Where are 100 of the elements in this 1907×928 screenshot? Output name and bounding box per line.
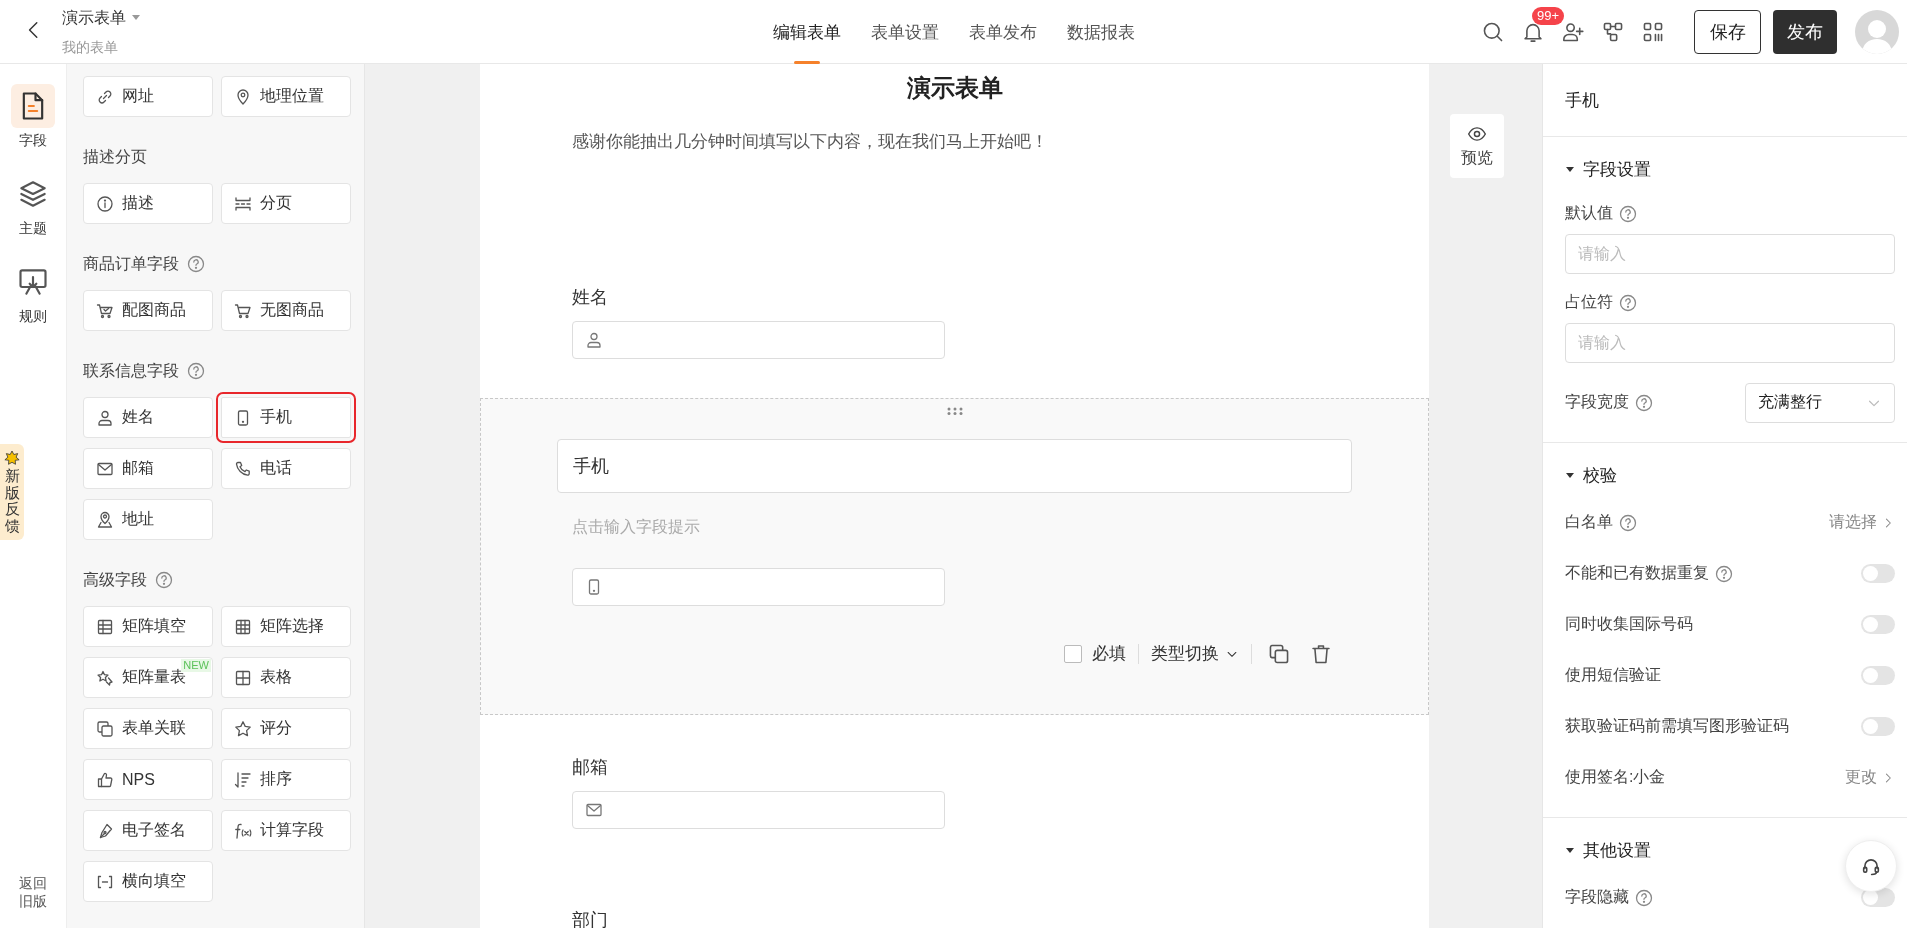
copy-icon <box>1268 642 1290 665</box>
form-title: 演示表单 <box>62 7 126 28</box>
field-type-button[interactable]: 计算字段 <box>221 810 351 851</box>
grid-icon <box>96 617 114 636</box>
required-label: 必填 <box>1092 643 1126 665</box>
nav-tab[interactable]: 数据报表 <box>1062 0 1139 64</box>
flow-button[interactable] <box>1602 21 1624 43</box>
field-type-button[interactable]: 配图商品 <box>83 290 213 331</box>
field-label: 部门 <box>572 909 609 928</box>
field-type-button[interactable]: 地址 <box>83 499 213 540</box>
save-button[interactable]: 保存 <box>1694 10 1761 54</box>
width-dropdown[interactable]: 充满整行 <box>1745 382 1895 423</box>
form-description: 感谢你能抽出几分钟时间填写以下内容，现在我们马上开始吧！ <box>572 131 1048 153</box>
field-type-button[interactable]: 矩阵填空 <box>83 606 213 647</box>
grid-icon <box>234 617 252 636</box>
field-type-button[interactable]: 网址 <box>83 76 213 117</box>
setting-link[interactable]: 更改 <box>1845 767 1895 788</box>
nav-tab[interactable]: 表单设置 <box>866 0 943 64</box>
search-icon <box>1482 21 1504 43</box>
field-type-button[interactable]: 无图商品 <box>221 290 351 331</box>
drag-handle-icon[interactable] <box>946 407 963 415</box>
form-heading: 演示表单 <box>905 73 1004 103</box>
sort-icon <box>234 770 252 789</box>
section-heading: 高级字段 <box>83 569 147 590</box>
location-pin-icon <box>96 510 114 529</box>
field-type-button[interactable]: 横向填空 <box>83 861 213 902</box>
rail-tab[interactable]: 规则 <box>11 260 55 326</box>
field-label: 姓名 <box>572 286 609 307</box>
field-type-button[interactable]: 矩阵量表 NEW <box>83 657 213 698</box>
notification-button[interactable]: 99+ <box>1522 7 1566 43</box>
field-type-button[interactable]: 邮箱 <box>83 448 213 489</box>
caret-icon[interactable] <box>132 15 140 21</box>
person-icon <box>585 331 603 349</box>
setting-label: 使用短信验证 <box>1565 665 1661 685</box>
field-type-button[interactable]: 表格 <box>221 657 351 698</box>
field-type-button[interactable]: 分页 <box>221 183 351 224</box>
setting-label: 不能和已有数据重复 <box>1565 563 1709 583</box>
cart-icon <box>96 301 114 320</box>
table-icon <box>234 668 252 687</box>
avatar[interactable] <box>1855 10 1899 54</box>
add-user-icon <box>1562 21 1584 43</box>
required-checkbox[interactable] <box>1064 644 1082 663</box>
setting-label: 同时收集国际号码 <box>1565 614 1693 634</box>
field-type-button[interactable]: 表单关联 <box>83 708 213 749</box>
old-version-link[interactable]: 返回旧版 <box>17 873 49 910</box>
field-type-button[interactable]: 评分 <box>221 708 351 749</box>
search-button[interactable] <box>1482 21 1504 43</box>
publish-button[interactable]: 发布 <box>1773 10 1837 54</box>
text-input[interactable] <box>572 791 945 829</box>
preview-button[interactable]: 预览 <box>1450 114 1504 178</box>
thumbs-up-icon <box>96 770 114 789</box>
toggle-switch[interactable] <box>1861 615 1895 634</box>
field-type-button[interactable]: 排序 <box>221 759 351 800</box>
text-input[interactable]: 请输入 <box>1565 323 1895 363</box>
layers-icon <box>18 179 48 209</box>
section-toggle[interactable]: 校验 <box>1565 459 1617 491</box>
setting-link[interactable]: 请选择 <box>1829 512 1895 533</box>
apps-button[interactable] <box>1642 21 1664 43</box>
toggle-switch[interactable] <box>1861 564 1895 583</box>
stars-icon <box>96 668 114 687</box>
text-input[interactable]: 请输入 <box>1565 234 1895 274</box>
field-label: 邮箱 <box>572 756 609 777</box>
field-type-button[interactable]: 矩阵选择 <box>221 606 351 647</box>
field-type-button[interactable]: 地理位置 <box>221 76 351 117</box>
phone-input[interactable] <box>572 568 945 606</box>
overlapping-squares-icon <box>96 719 114 738</box>
field-type-button[interactable]: 姓名 <box>83 397 213 438</box>
person-icon <box>96 408 114 427</box>
grid-icon <box>1642 21 1664 43</box>
toggle-switch[interactable] <box>1861 888 1895 907</box>
section-heading: 联系信息字段 <box>83 360 179 381</box>
feedback-tab[interactable]: 新版反馈 <box>0 444 24 540</box>
nav-tab[interactable]: 编辑表单 <box>768 0 845 64</box>
field-type-button[interactable]: 电子签名 <box>83 810 213 851</box>
new-badge: NEW <box>181 659 211 672</box>
panel-title: 手机 <box>1565 89 1599 112</box>
notification-badge: 99+ <box>1532 7 1565 25</box>
flowchart-icon <box>1602 21 1624 43</box>
field-title-input[interactable]: 手机 <box>557 439 1352 493</box>
text-input[interactable] <box>572 321 945 359</box>
setting-label: 默认值 <box>1565 203 1613 223</box>
section-toggle[interactable]: 字段设置 <box>1565 153 1651 185</box>
breadcrumb-text: 我的表单 <box>62 38 119 57</box>
add-user-button[interactable] <box>1562 21 1584 43</box>
nav-tab[interactable]: 表单发布 <box>964 0 1041 64</box>
toggle-switch[interactable] <box>1861 666 1895 685</box>
selected-field-panel[interactable]: 手机 点击输入字段提示 必填 类型切换 <box>480 398 1429 715</box>
handset-icon <box>234 459 252 478</box>
field-type-button[interactable]: 电话 <box>221 448 351 489</box>
monitor-arrows-icon <box>18 267 48 297</box>
location-pin-icon <box>234 87 252 106</box>
section-toggle[interactable]: 其他设置 <box>1565 834 1651 866</box>
field-type-button[interactable]: 描述 <box>83 183 213 224</box>
setting-label: 字段宽度 <box>1565 392 1629 412</box>
type-switch-dropdown[interactable]: 类型切换 <box>1151 642 1239 665</box>
field-type-button[interactable]: NPS <box>83 759 213 800</box>
setting-label: 白名单 <box>1565 512 1613 532</box>
toggle-switch[interactable] <box>1861 717 1895 736</box>
setting-label: 字段隐藏 <box>1565 887 1629 907</box>
rail-tab[interactable]: 主题 <box>11 172 55 238</box>
